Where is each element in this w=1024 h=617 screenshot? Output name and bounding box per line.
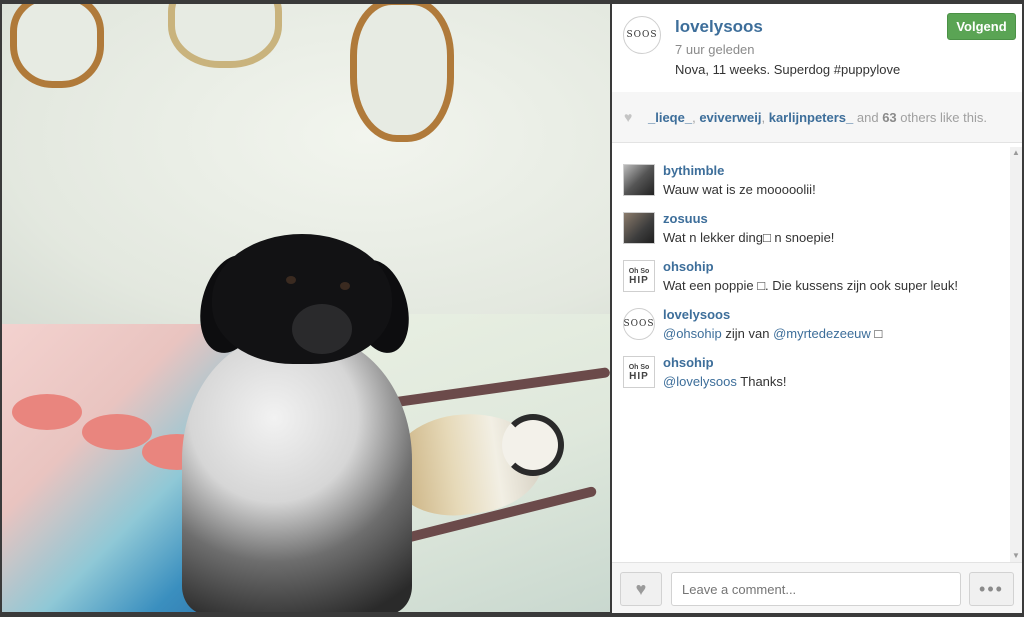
photo-mirror-left: [10, 4, 104, 88]
photo-dog-body: [182, 334, 412, 612]
scroll-up-arrow-icon[interactable]: ▲: [1010, 147, 1022, 159]
mention-link[interactable]: @ohsohip: [663, 326, 722, 341]
owner-avatar[interactable]: SOOS: [623, 16, 661, 54]
comment-username[interactable]: zosuus: [663, 211, 708, 226]
comment-text: Wat een poppie □. Die kussens zijn ook s…: [663, 278, 958, 293]
likes-count[interactable]: 63: [882, 110, 896, 125]
photo-mirror-right: [350, 4, 454, 142]
post-photo[interactable]: [2, 4, 610, 612]
more-options-button[interactable]: •••: [969, 572, 1014, 606]
comment-text: Wauw wat is ze mooooolii!: [663, 182, 816, 197]
photo-dog-eye: [286, 276, 296, 284]
comment-item: Oh So HIP ohsohip @lovelysoos Thanks!: [623, 351, 1003, 395]
heart-icon: ♥: [635, 578, 647, 599]
owner-avatar-text: SOOS: [626, 30, 658, 40]
photo-flamingo: [82, 414, 152, 450]
comment-item: zosuus Wat n lekker ding□ n snoepie!: [623, 207, 1003, 251]
like-user-link[interactable]: eviverweij: [699, 110, 761, 125]
comment-username[interactable]: bythimble: [663, 163, 724, 178]
like-user-link[interactable]: _lieqe_: [648, 110, 692, 125]
comment-text: @ohsohip zijn van @myrtedezeeuw □: [663, 326, 883, 341]
likes-bar: ♥ _lieqe_, eviverweij, karlijnpeters_ an…: [612, 92, 1022, 143]
commenter-avatar[interactable]: Oh So HIP: [623, 356, 655, 388]
comment-username[interactable]: ohsohip: [663, 259, 714, 274]
post-side-panel: SOOS lovelysoos 7 uur geleden Nova, 11 w…: [612, 4, 1022, 613]
heart-icon: ♥: [624, 109, 633, 125]
commenter-avatar[interactable]: SOOS: [623, 308, 655, 340]
photo-flamingo: [12, 394, 82, 430]
commenter-avatar[interactable]: Oh So HIP: [623, 260, 655, 292]
post-caption: Nova, 11 weeks. Superdog #puppylove: [675, 62, 901, 77]
comment-item: Oh So HIP ohsohip Wat een poppie □. Die k…: [623, 255, 1003, 299]
comment-text: Wat n lekker ding□ n snoepie!: [663, 230, 835, 245]
scroll-down-arrow-icon[interactable]: ▼: [1010, 550, 1022, 562]
photo-bird-head: [502, 414, 564, 476]
comment-username[interactable]: ohsohip: [663, 355, 714, 370]
comment-footer: ♥ •••: [612, 562, 1022, 613]
owner-username[interactable]: lovelysoos: [675, 17, 763, 37]
commenter-avatar[interactable]: [623, 164, 655, 196]
comment-input[interactable]: [671, 572, 961, 606]
comment-username[interactable]: lovelysoos: [663, 307, 730, 322]
post-header: SOOS lovelysoos 7 uur geleden Nova, 11 w…: [612, 4, 1022, 93]
mention-link[interactable]: @myrtedezeeuw: [773, 326, 871, 341]
follow-button[interactable]: Volgend: [947, 13, 1016, 40]
photo-dog-eye: [340, 282, 350, 290]
likes-text: _lieqe_, eviverweij, karlijnpeters_ and …: [648, 109, 987, 125]
like-user-link[interactable]: karlijnpeters_: [769, 110, 854, 125]
comment-item: SOOS lovelysoos @ohsohip zijn van @myrte…: [623, 303, 1003, 347]
photo-dog-snout: [292, 304, 352, 354]
instagram-lightbox: SOOS lovelysoos 7 uur geleden Nova, 11 w…: [0, 0, 1024, 617]
comments-scrollbar[interactable]: ▲ ▼: [1010, 147, 1022, 562]
comments-list: bythimble Wauw wat is ze mooooolii! zosu…: [612, 144, 1010, 558]
comment-text: @lovelysoos Thanks!: [663, 374, 787, 389]
like-button[interactable]: ♥: [620, 572, 662, 606]
commenter-avatar[interactable]: [623, 212, 655, 244]
mention-link[interactable]: @lovelysoos: [663, 374, 737, 389]
post-time[interactable]: 7 uur geleden: [675, 42, 755, 57]
comment-item: bythimble Wauw wat is ze mooooolii!: [623, 159, 1003, 203]
